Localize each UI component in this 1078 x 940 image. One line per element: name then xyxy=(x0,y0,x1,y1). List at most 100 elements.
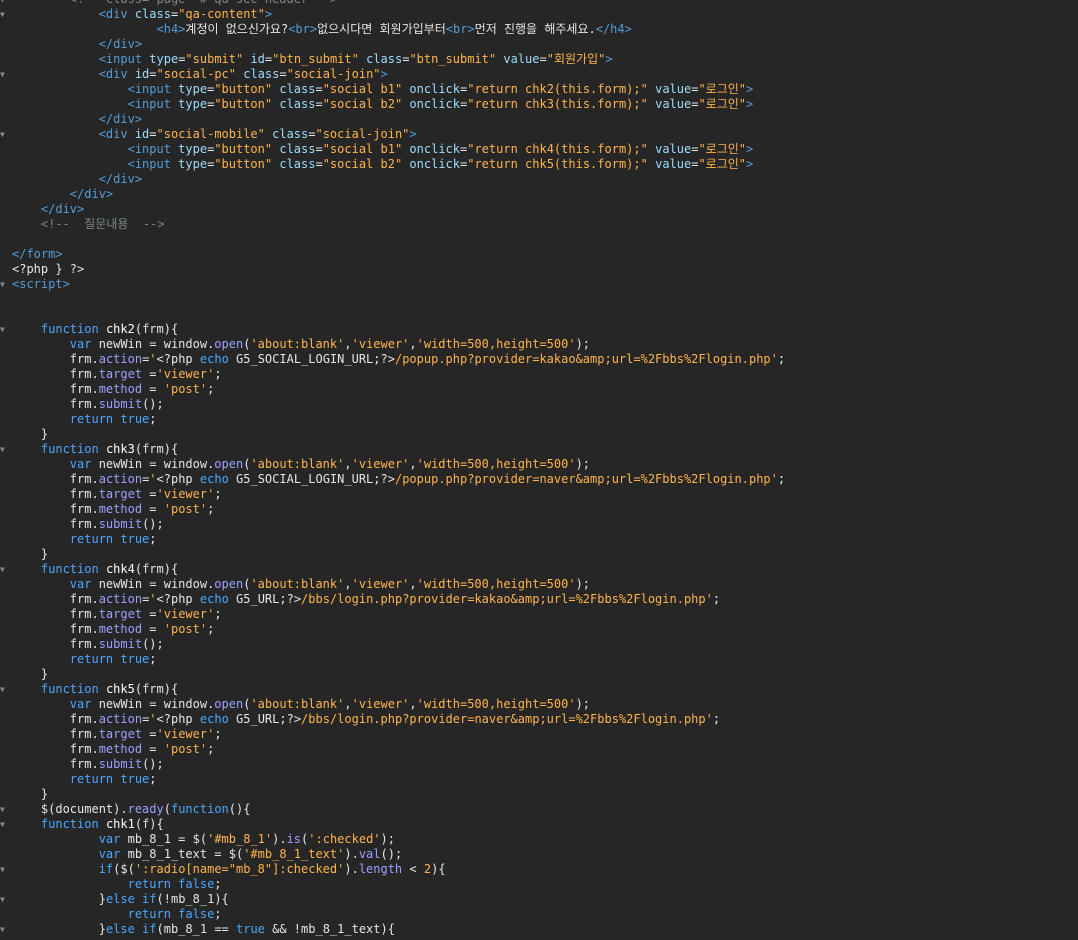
code-line[interactable]: ▼ <script> xyxy=(0,277,1078,292)
code-line[interactable]: ▼ function chk1(f){ xyxy=(0,817,1078,832)
code-line[interactable]: ▼ function chk4(frm){ xyxy=(0,562,1078,577)
code-line[interactable]: return true; xyxy=(0,652,1078,667)
code-line[interactable]: frm.target ='viewer'; xyxy=(0,727,1078,742)
code-line[interactable] xyxy=(0,307,1078,322)
code-line[interactable]: } xyxy=(0,427,1078,442)
code-token: '#mb_8_1_text' xyxy=(243,847,345,861)
code-editor[interactable]: ▼ <!-- class="page" # qa-sec header -->▼… xyxy=(0,0,1078,940)
code-line[interactable]: frm.action='<?php echo G5_SOCIAL_LOGIN_U… xyxy=(0,352,1078,367)
code-line[interactable]: return true; xyxy=(0,532,1078,547)
code-line[interactable]: ▼ <div class="qa-content"> xyxy=(0,7,1078,22)
code-token: (); xyxy=(142,517,164,531)
code-line-text: }else if(!mb_8_1){ xyxy=(12,892,229,907)
fold-toggle-icon[interactable]: ▼ xyxy=(0,0,8,7)
fold-toggle-icon[interactable]: ▼ xyxy=(0,67,8,82)
code-line[interactable]: ▼ <div id="social-pc" class="social-join… xyxy=(0,67,1078,82)
code-token: chk5 xyxy=(105,682,135,696)
fold-toggle-icon[interactable]: ▼ xyxy=(0,7,8,22)
code-line[interactable]: </div> xyxy=(0,172,1078,187)
code-line[interactable]: </div> xyxy=(0,187,1078,202)
code-line[interactable]: return false; xyxy=(0,907,1078,922)
code-line[interactable]: frm.submit(); xyxy=(0,397,1078,412)
fold-toggle-icon[interactable]: ▼ xyxy=(0,322,8,337)
code-line[interactable]: frm.submit(); xyxy=(0,517,1078,532)
fold-toggle-icon[interactable]: ▼ xyxy=(0,562,8,577)
code-line[interactable]: var newWin = window.open('about:blank','… xyxy=(0,337,1078,352)
fold-toggle-icon[interactable]: ▼ xyxy=(0,922,8,937)
code-line[interactable]: ▼ <div id="social-mobile" class="social-… xyxy=(0,127,1078,142)
code-line[interactable]: frm.action='<?php echo G5_SOCIAL_LOGIN_U… xyxy=(0,472,1078,487)
code-line[interactable]: frm.action='<?php echo G5_URL;?>/bbs/log… xyxy=(0,712,1078,727)
code-line[interactable]: ▼ $(document).ready(function(){ xyxy=(0,802,1078,817)
code-line[interactable]: ▼ function chk2(frm){ xyxy=(0,322,1078,337)
code-line[interactable]: return true; xyxy=(0,772,1078,787)
code-token: submit xyxy=(98,397,143,411)
code-token: 'about:blank' xyxy=(250,457,345,471)
code-line[interactable]: <?php } ?> xyxy=(0,262,1078,277)
code-line[interactable]: <!-- 질문내용 --> xyxy=(0,217,1078,232)
code-token: > xyxy=(746,97,754,111)
code-token: var xyxy=(98,847,128,861)
code-line[interactable]: ▼ }else if(mb_8_1 == true && !mb_8_1_tex… xyxy=(0,922,1078,937)
code-line[interactable]: </form> xyxy=(0,247,1078,262)
fold-toggle-icon[interactable]: ▼ xyxy=(0,817,8,832)
code-token: (frm){ xyxy=(134,562,179,576)
code-line[interactable]: ▼ function chk3(frm){ xyxy=(0,442,1078,457)
code-line[interactable]: <h4>계정이 없으신가요?<br>없으시다면 회원가입부터<br>먼저 진행을… xyxy=(0,22,1078,37)
code-line[interactable]: frm.submit(); xyxy=(0,757,1078,772)
code-line[interactable]: <input type="button" class="social b1" o… xyxy=(0,82,1078,97)
code-line[interactable]: ▼ }else if(!mb_8_1){ xyxy=(0,892,1078,907)
code-line[interactable]: </div> xyxy=(0,37,1078,52)
code-line[interactable]: <input type="button" class="social b2" o… xyxy=(0,97,1078,112)
code-line[interactable]: } xyxy=(0,667,1078,682)
code-line-text: <?php } ?> xyxy=(12,262,84,277)
code-line[interactable]: return false; xyxy=(0,877,1078,892)
fold-toggle-icon[interactable]: ▼ xyxy=(0,127,8,142)
code-line-text: if($(':radio[name="mb_8"]:checked').leng… xyxy=(12,862,446,877)
code-line[interactable]: frm.method = 'post'; xyxy=(0,502,1078,517)
code-token: </div> xyxy=(98,37,143,51)
code-line[interactable]: return true; xyxy=(0,412,1078,427)
code-token: , xyxy=(344,337,352,351)
fold-toggle-icon[interactable]: ▼ xyxy=(0,862,8,877)
code-token: chk1 xyxy=(105,817,135,831)
code-line[interactable]: frm.method = 'post'; xyxy=(0,742,1078,757)
code-line[interactable] xyxy=(0,232,1078,247)
code-line[interactable]: var mb_8_1 = $('#mb_8_1').is(':checked')… xyxy=(0,832,1078,847)
code-line[interactable]: var newWin = window.open('about:blank','… xyxy=(0,577,1078,592)
code-token: > xyxy=(380,67,388,81)
code-line[interactable]: var newWin = window.open('about:blank','… xyxy=(0,457,1078,472)
code-line[interactable]: } xyxy=(0,547,1078,562)
code-line[interactable]: frm.method = 'post'; xyxy=(0,622,1078,637)
code-line[interactable]: frm.method = 'post'; xyxy=(0,382,1078,397)
code-line[interactable]: ▼ if($(':radio[name="mb_8"]:checked').le… xyxy=(0,862,1078,877)
code-line[interactable]: frm.target ='viewer'; xyxy=(0,487,1078,502)
fold-toggle-icon[interactable]: ▼ xyxy=(0,802,8,817)
code-token: = xyxy=(279,67,287,81)
code-line[interactable]: frm.target ='viewer'; xyxy=(0,367,1078,382)
code-line[interactable]: frm.submit(); xyxy=(0,637,1078,652)
code-line[interactable]: } xyxy=(0,787,1078,802)
code-line[interactable]: frm.target ='viewer'; xyxy=(0,607,1078,622)
code-line[interactable]: frm.action='<?php echo G5_URL;?>/bbs/log… xyxy=(0,592,1078,607)
code-line[interactable]: <input type="button" class="social b2" o… xyxy=(0,157,1078,172)
code-line[interactable] xyxy=(0,292,1078,307)
fold-toggle-icon[interactable]: ▼ xyxy=(0,277,8,292)
code-line[interactable]: <input type="submit" id="btn_submit" cla… xyxy=(0,52,1078,67)
fold-toggle-icon[interactable]: ▼ xyxy=(0,442,8,457)
code-token: = xyxy=(315,97,323,111)
code-line[interactable]: var mb_8_1_text = $('#mb_8_1_text').val(… xyxy=(0,847,1078,862)
fold-toggle-icon[interactable]: ▼ xyxy=(0,892,8,907)
code-line[interactable]: ▼ <!-- class="page" # qa-sec header --> xyxy=(0,0,1078,7)
code-line[interactable]: <input type="button" class="social b1" o… xyxy=(0,142,1078,157)
code-line[interactable]: </div> xyxy=(0,112,1078,127)
code-line[interactable]: ▼ function chk5(frm){ xyxy=(0,682,1078,697)
fold-toggle-icon[interactable]: ▼ xyxy=(0,682,8,697)
code-token: "로그인" xyxy=(698,142,747,156)
code-line[interactable]: </div> xyxy=(0,202,1078,217)
code-line[interactable]: var newWin = window.open('about:blank','… xyxy=(0,697,1078,712)
